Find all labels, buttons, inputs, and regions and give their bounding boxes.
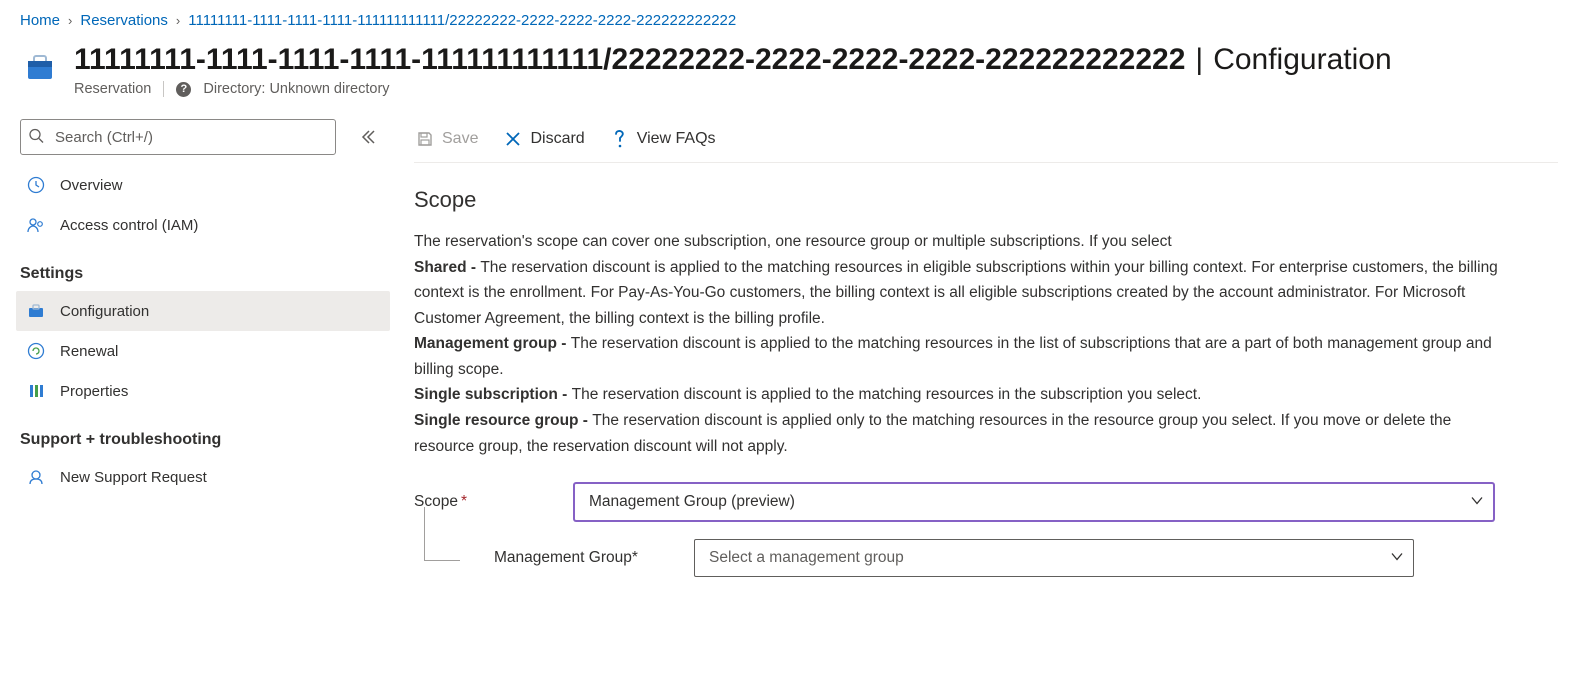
people-icon	[26, 215, 46, 235]
required-indicator: *	[632, 549, 638, 566]
single-subscription-label: Single subscription -	[414, 386, 572, 403]
management-group-field-label: Management Group	[494, 549, 632, 566]
shared-text: The reservation discount is applied to t…	[414, 259, 1498, 327]
view-faqs-button-label: View FAQs	[637, 130, 716, 148]
clock-icon	[26, 175, 46, 195]
save-icon	[416, 130, 434, 148]
scope-select[interactable]: Management Group (preview)	[574, 483, 1494, 521]
discard-button-label: Discard	[530, 130, 584, 148]
resource-type-label: Reservation	[74, 81, 151, 97]
sidebar-section-support: Support + troubleshooting	[16, 411, 390, 457]
sidebar-item-label: Configuration	[60, 303, 149, 320]
breadcrumb-reservations[interactable]: Reservations	[80, 12, 168, 29]
sidebar-item-renewal[interactable]: Renewal	[16, 331, 390, 371]
page-section: Configuration	[1213, 43, 1391, 77]
help-icon[interactable]: ?	[176, 82, 191, 97]
toolbar: Save Discard View FAQs	[414, 115, 1558, 163]
sidebar-item-new-support-request[interactable]: New Support Request	[16, 457, 390, 497]
sidebar-item-label: New Support Request	[60, 469, 207, 486]
single-resource-group-label: Single resource group -	[414, 412, 592, 429]
page-title: 11111111-1111-1111-1111-111111111111/222…	[74, 43, 1185, 77]
sidebar-search	[20, 119, 336, 155]
sidebar-item-overview[interactable]: Overview	[16, 165, 390, 205]
support-icon	[26, 467, 46, 487]
shared-label: Shared -	[414, 259, 480, 276]
page-header: 11111111-1111-1111-1111-111111111111/222…	[0, 37, 1582, 115]
reservation-icon	[20, 47, 60, 87]
sidebar-item-label: Access control (IAM)	[60, 217, 198, 234]
sidebar-item-label: Overview	[60, 177, 123, 194]
sidebar-item-properties[interactable]: Properties	[16, 371, 390, 411]
scope-heading: Scope	[414, 187, 1558, 213]
sidebar-item-label: Properties	[60, 383, 128, 400]
search-icon	[28, 128, 44, 147]
save-button[interactable]: Save	[414, 126, 480, 152]
chevron-right-icon: ›	[176, 13, 180, 28]
breadcrumb: Home › Reservations › 11111111-1111-1111…	[0, 0, 1582, 37]
save-button-label: Save	[442, 130, 478, 148]
breadcrumb-home[interactable]: Home	[20, 12, 60, 29]
discard-button[interactable]: Discard	[502, 126, 586, 152]
question-icon	[611, 128, 629, 150]
management-group-text: The reservation discount is applied to t…	[414, 335, 1492, 378]
search-input[interactable]	[20, 119, 336, 155]
management-group-label: Management group -	[414, 335, 571, 352]
briefcase-icon	[26, 301, 46, 321]
chevron-right-icon: ›	[68, 13, 72, 28]
management-group-select-placeholder: Select a management group	[709, 549, 904, 567]
close-icon	[504, 130, 522, 148]
view-faqs-button[interactable]: View FAQs	[609, 124, 718, 154]
breadcrumb-current[interactable]: 11111111-1111-1111-1111-111111111111/222…	[188, 12, 736, 29]
renewal-icon	[26, 341, 46, 361]
management-group-select[interactable]: Select a management group	[694, 539, 1414, 577]
management-group-field-row: Management Group* Select a management gr…	[414, 539, 1558, 577]
properties-icon	[26, 381, 46, 401]
title-divider: |	[1195, 43, 1203, 77]
sidebar: Overview Access control (IAM) Settings C…	[0, 115, 390, 497]
vertical-divider	[163, 81, 164, 97]
scope-select-value: Management Group (preview)	[589, 493, 795, 511]
scope-description: The reservation's scope can cover one su…	[414, 229, 1514, 459]
tree-connector	[424, 507, 460, 561]
scope-field-row: Scope* Management Group (preview)	[414, 483, 1558, 521]
sidebar-item-label: Renewal	[60, 343, 118, 360]
single-subscription-text: The reservation discount is applied to t…	[572, 386, 1202, 403]
sidebar-item-access-control[interactable]: Access control (IAM)	[16, 205, 390, 245]
required-indicator: *	[461, 493, 467, 510]
scope-intro-text: The reservation's scope can cover one su…	[414, 233, 1172, 250]
collapse-sidebar-button[interactable]	[354, 123, 382, 151]
directory-label: Directory: Unknown directory	[203, 81, 389, 97]
sidebar-section-settings: Settings	[16, 245, 390, 291]
sidebar-item-configuration[interactable]: Configuration	[16, 291, 390, 331]
main-content: Save Discard View FAQs Scope The reserva…	[390, 115, 1582, 601]
